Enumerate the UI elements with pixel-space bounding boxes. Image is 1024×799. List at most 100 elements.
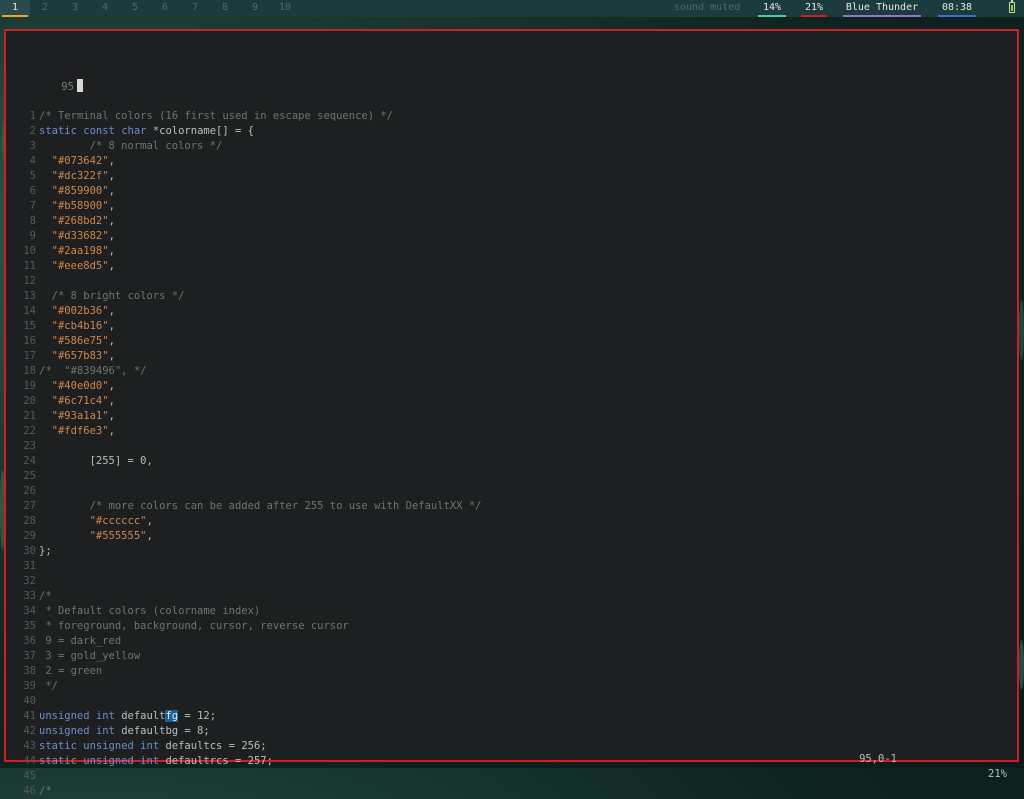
code-line[interactable]: 7 "#b58900", (14, 199, 1009, 214)
line-number: 3 (29, 140, 36, 152)
workspace-4[interactable]: 4 (90, 0, 120, 17)
workspace-10[interactable]: 10 (270, 0, 300, 17)
code-line[interactable]: 8 "#268bd2", (14, 214, 1009, 229)
code-line[interactable]: 1/* Terminal colors (16 first used in es… (14, 109, 1009, 124)
code-line[interactable]: 32 (14, 574, 1009, 589)
code-line[interactable]: 15 "#cb4b16", (14, 319, 1009, 334)
workspace-1[interactable]: 1 (0, 0, 30, 17)
line-number: 37 (23, 650, 36, 662)
line-text: "#586e75", (51, 335, 115, 347)
line-number: 36 (23, 635, 36, 647)
cpu-bar (758, 15, 786, 17)
code-line[interactable]: 33/* (14, 589, 1009, 604)
code-line[interactable]: 18/* "#839496", */ (14, 364, 1009, 379)
line-number: 5 (29, 170, 36, 182)
line-number: 28 (23, 515, 36, 527)
line-text: /* (39, 785, 52, 797)
line-number: 21 (23, 410, 36, 422)
code-line[interactable]: 24 [255] = 0, (14, 454, 1009, 469)
line-number: 12 (23, 275, 36, 287)
line-number: 24 (23, 455, 36, 467)
code-line[interactable]: 29 "#555555", (14, 529, 1009, 544)
line-text: "#2aa198", (51, 245, 115, 257)
line-number: 18 (23, 365, 36, 377)
cursor-line[interactable]: 95 (14, 64, 1009, 93)
code-line[interactable]: 6 "#859900", (14, 184, 1009, 199)
code-line[interactable]: 4 "#073642", (14, 154, 1009, 169)
code-line[interactable]: 2 static const char *colorname[] = { (14, 124, 1009, 139)
line-number: 23 (23, 440, 36, 452)
code-line[interactable]: 35 * foreground, background, cursor, rev… (14, 619, 1009, 634)
code-line[interactable]: 10 "#2aa198", (14, 244, 1009, 259)
code-line[interactable]: 37 3 = gold_yellow (14, 649, 1009, 664)
line-number: 4 (29, 155, 36, 167)
cpu-indicator: 14% (758, 0, 786, 17)
code-line[interactable]: 27 /* more colors can be added after 255… (14, 499, 1009, 514)
code-line[interactable]: 17 "#657b83", (14, 349, 1009, 364)
line-text: "#073642", (51, 155, 115, 167)
line-number: 29 (23, 530, 36, 542)
scroll-percent: 21% (988, 768, 1007, 780)
network-indicator[interactable]: Blue Thunder (843, 0, 921, 17)
line-text: /* more colors can be added after 255 to… (39, 500, 482, 512)
code-line[interactable]: 30}; (14, 544, 1009, 559)
code-line[interactable]: 5 "#dc322f", (14, 169, 1009, 184)
code-line[interactable]: 36 9 = dark_red (14, 634, 1009, 649)
line-number: 35 (23, 620, 36, 632)
line-number: 40 (23, 695, 36, 707)
line-number: 39 (23, 680, 36, 692)
editor-buffer[interactable]: 95 1/* Terminal colors (16 first used in… (14, 34, 1009, 799)
workspace-5[interactable]: 5 (120, 0, 150, 17)
code-line[interactable]: 46/* (14, 784, 1009, 799)
line-number: 8 (29, 215, 36, 227)
code-line[interactable]: 16 "#586e75", (14, 334, 1009, 349)
sound-status[interactable]: sound muted (674, 0, 740, 16)
line-text: "#eee8d5", (51, 260, 115, 272)
workspace-6[interactable]: 6 (150, 0, 180, 17)
workspace-7[interactable]: 7 (180, 0, 210, 17)
line-text: }; (39, 545, 52, 557)
code-line[interactable]: 11 "#eee8d5", (14, 259, 1009, 274)
memory-indicator: 21% (801, 0, 827, 17)
code-line[interactable]: 39 */ (14, 679, 1009, 694)
code-line[interactable]: 38 2 = green (14, 664, 1009, 679)
line-text: "#dc322f", (51, 170, 115, 182)
line-text: "#002b36", (51, 305, 115, 317)
code-line[interactable]: 20 "#6c71c4", (14, 394, 1009, 409)
code-line[interactable]: 3 /* 8 normal colors */ (14, 139, 1009, 154)
code-line[interactable]: 41 unsigned int defaultfg = 12; (14, 709, 1009, 724)
code-line[interactable]: 22 "#fdf6e3", (14, 424, 1009, 439)
code-line[interactable]: 19 "#40e0d0", (14, 379, 1009, 394)
code-line[interactable]: 40 (14, 694, 1009, 709)
code-line[interactable]: 31 (14, 559, 1009, 574)
line-number: 6 (29, 185, 36, 197)
text-cursor (76, 79, 83, 92)
line-number: 2 (29, 125, 36, 137)
code-line[interactable]: 13 /* 8 bright colors */ (14, 289, 1009, 304)
code-line[interactable]: 26 (14, 484, 1009, 499)
workspace-9[interactable]: 9 (240, 0, 270, 17)
line-text: "#859900", (51, 185, 115, 197)
line-text: "#cccccc", (89, 515, 153, 527)
workspace-8[interactable]: 8 (210, 0, 240, 17)
line-text: unsigned int defaultfg = 12; (39, 710, 217, 722)
code-line[interactable]: 14 "#002b36", (14, 304, 1009, 319)
terminal-window[interactable]: 95 1/* Terminal colors (16 first used in… (4, 29, 1019, 797)
clock-value: 08:38 (941, 2, 973, 13)
line-number: 38 (23, 665, 36, 677)
code-line[interactable]: 21 "#93a1a1", (14, 409, 1009, 424)
code-line[interactable]: 28 "#cccccc", (14, 514, 1009, 529)
line-text: 9 = dark_red (39, 635, 122, 647)
line-number: 14 (23, 305, 36, 317)
line-number: 11 (23, 260, 36, 272)
code-line[interactable]: 9 "#d33682", (14, 229, 1009, 244)
workspace-3[interactable]: 3 (60, 0, 90, 17)
code-line[interactable]: 34 * Default colors (colorname index) (14, 604, 1009, 619)
line-text: */ (39, 680, 58, 692)
code-line[interactable]: 23 (14, 439, 1009, 454)
workspace-2[interactable]: 2 (30, 0, 60, 17)
code-line[interactable]: 45 (14, 769, 1009, 784)
code-line[interactable]: 12 (14, 274, 1009, 289)
line-text: "#b58900", (51, 200, 115, 212)
code-line[interactable]: 25 (14, 469, 1009, 484)
